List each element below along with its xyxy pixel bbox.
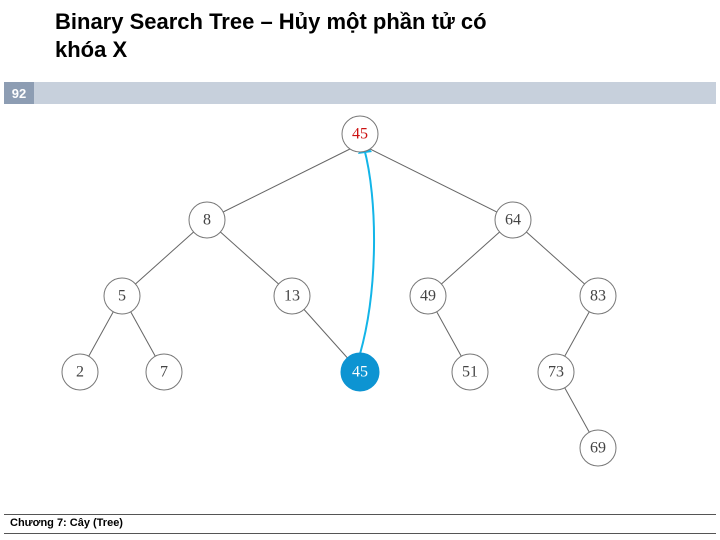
title-line-1: Binary Search Tree – Hủy một phần tử có xyxy=(55,9,487,34)
node-83: 83 xyxy=(580,278,616,314)
node-69: 69 xyxy=(580,430,616,466)
node-5: 5 xyxy=(104,278,140,314)
node-2-label: 2 xyxy=(76,364,84,381)
node-13: 13 xyxy=(274,278,310,314)
node-64-label: 64 xyxy=(505,212,521,229)
node-45-highlight: 45 xyxy=(341,353,379,391)
title-line-2: khóa X xyxy=(55,37,127,62)
node-7-label: 7 xyxy=(160,364,168,381)
node-83-label: 83 xyxy=(590,288,606,305)
node-8-label: 8 xyxy=(203,212,211,229)
node-2: 2 xyxy=(62,354,98,390)
node-45h-label: 45 xyxy=(352,364,368,381)
slide-number: 92 xyxy=(12,86,26,101)
slide-number-badge: 92 xyxy=(4,82,34,104)
node-69-label: 69 xyxy=(590,440,606,457)
node-73-label: 73 xyxy=(548,364,564,381)
node-5-label: 5 xyxy=(118,288,126,305)
node-49: 49 xyxy=(410,278,446,314)
node-root: 45 xyxy=(342,116,378,152)
node-64: 64 xyxy=(495,202,531,238)
footer-bar: Chương 7: Cây (Tree) xyxy=(4,514,716,534)
node-7: 7 xyxy=(146,354,182,390)
node-root-label: 45 xyxy=(352,126,368,143)
slide-number-row: 92 xyxy=(0,82,720,104)
node-8: 8 xyxy=(189,202,225,238)
slide-title: Binary Search Tree – Hủy một phần tử có … xyxy=(55,8,655,63)
node-13-label: 13 xyxy=(284,288,300,305)
node-51: 51 xyxy=(452,354,488,390)
slide-number-bar xyxy=(34,82,716,104)
node-73: 73 xyxy=(538,354,574,390)
node-51-label: 51 xyxy=(462,364,478,381)
footer-text: Chương 7: Cây (Tree) xyxy=(10,517,123,529)
node-49-label: 49 xyxy=(420,288,436,305)
bst-diagram: 45 8 64 5 13 49 83 2 7 45 51 73 xyxy=(0,110,720,510)
